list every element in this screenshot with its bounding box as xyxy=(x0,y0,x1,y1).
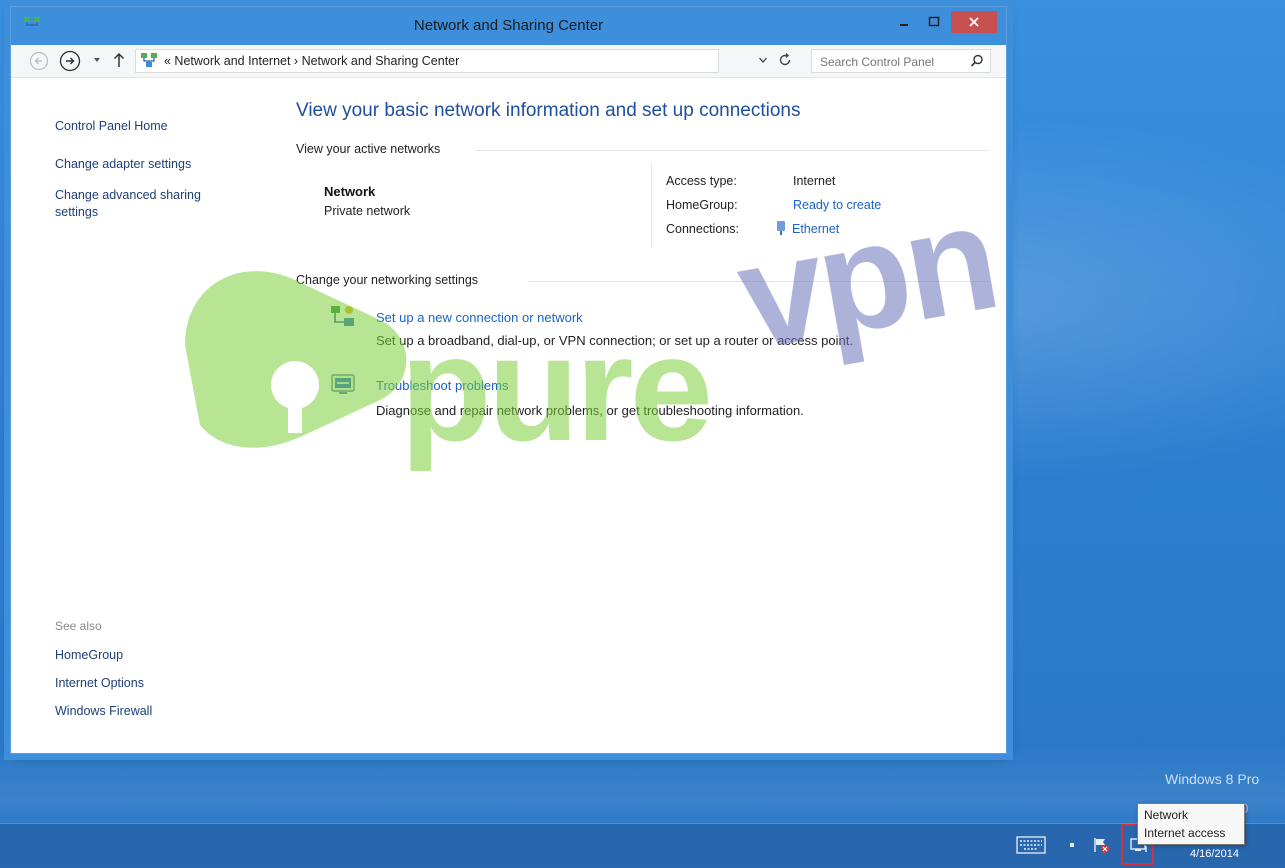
network-tooltip: Network Internet access xyxy=(1137,803,1245,845)
network-sharing-center-window: Network and Sharing Center « Network and… xyxy=(10,6,1007,754)
refresh-icon[interactable] xyxy=(777,51,793,69)
ethernet-connection-link[interactable]: Ethernet xyxy=(792,222,839,236)
section-divider xyxy=(476,150,989,151)
show-hidden-icons-chevron-icon[interactable] xyxy=(1066,840,1078,850)
active-networks-header: View your active networks xyxy=(296,142,441,156)
access-type-value: Internet xyxy=(793,174,836,188)
breadcrumb[interactable]: « Network and Internet › Network and Sha… xyxy=(164,50,459,72)
network-info-separator xyxy=(651,164,652,248)
address-breadcrumb-box[interactable]: « Network and Internet › Network and Sha… xyxy=(135,49,719,73)
close-button[interactable] xyxy=(951,11,997,33)
access-type-label: Access type: xyxy=(666,174,737,188)
homegroup-ready-link[interactable]: Ready to create xyxy=(793,198,881,212)
troubleshoot-icon xyxy=(331,374,355,394)
tooltip-status: Internet access xyxy=(1144,826,1226,840)
network-setup-icon xyxy=(331,306,354,326)
control-panel-home-link[interactable]: Control Panel Home xyxy=(55,119,168,133)
address-history-chevron-icon[interactable] xyxy=(757,54,769,66)
tooltip-title: Network xyxy=(1144,808,1189,822)
minimize-button[interactable] xyxy=(891,11,917,33)
search-box[interactable] xyxy=(811,49,991,73)
left-navigation-pane: Control Panel Home Change adapter settin… xyxy=(11,78,281,753)
address-bar: « Network and Internet › Network and Sha… xyxy=(11,45,1006,78)
page-title: View your basic network information and … xyxy=(296,100,801,121)
minimize-icon xyxy=(900,24,908,26)
recent-locations-chevron-icon[interactable] xyxy=(91,54,103,66)
close-icon xyxy=(969,17,979,27)
up-arrow-icon[interactable] xyxy=(111,51,127,69)
action-center-flag-icon[interactable] xyxy=(1092,836,1110,854)
windows-firewall-link[interactable]: Windows Firewall xyxy=(55,704,152,718)
network-type[interactable]: Private network xyxy=(324,204,410,218)
homegroup-link[interactable]: HomeGroup xyxy=(55,648,123,662)
change-adapter-settings-link[interactable]: Change adapter settings xyxy=(55,157,191,171)
homegroup-label: HomeGroup: xyxy=(666,198,738,212)
see-also-label: See also xyxy=(55,619,102,633)
network-breadcrumb-icon xyxy=(141,53,157,67)
troubleshoot-problems-link[interactable]: Troubleshoot problems xyxy=(376,378,508,393)
troubleshoot-problems-description: Diagnose and repair network problems, or… xyxy=(376,403,804,418)
change-advanced-sharing-link-line2[interactable]: settings xyxy=(55,205,98,219)
desktop-streak xyxy=(0,745,1285,835)
touch-keyboard-icon[interactable] xyxy=(1016,836,1046,854)
windows-edition-text: Windows 8 Pro xyxy=(1165,771,1260,787)
connections-label: Connections: xyxy=(666,222,739,236)
setup-new-connection-description: Set up a broadband, dial-up, or VPN conn… xyxy=(376,333,853,348)
change-settings-header: Change your networking settings xyxy=(296,273,479,287)
search-input[interactable] xyxy=(818,52,962,72)
ethernet-icon xyxy=(777,221,785,235)
search-icon[interactable] xyxy=(970,54,984,68)
maximize-icon xyxy=(928,16,940,27)
title-bar[interactable]: Network and Sharing Center xyxy=(11,7,1006,45)
setup-new-connection-link[interactable]: Set up a new connection or network xyxy=(376,310,583,325)
section-divider xyxy=(528,281,989,282)
network-name: Network xyxy=(324,184,376,199)
change-advanced-sharing-link[interactable]: Change advanced sharing xyxy=(55,188,201,202)
taskbar: 4/16/2014 xyxy=(0,823,1285,868)
forward-arrow-icon[interactable] xyxy=(59,50,81,72)
window-title: Network and Sharing Center xyxy=(413,17,604,34)
back-arrow-icon[interactable] xyxy=(29,51,49,71)
taskbar-date[interactable]: 4/16/2014 xyxy=(1190,848,1239,860)
maximize-button[interactable] xyxy=(921,11,947,33)
internet-options-link[interactable]: Internet Options xyxy=(55,676,144,690)
main-content: View your basic network information and … xyxy=(296,78,996,753)
